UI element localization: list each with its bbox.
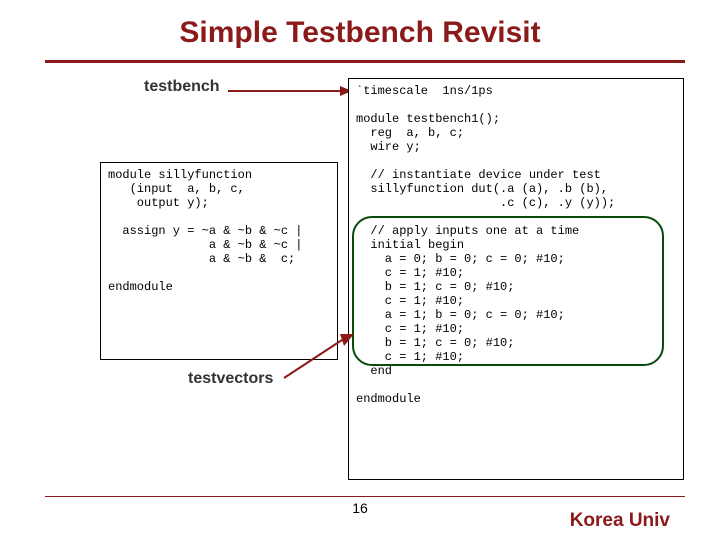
- code-sillyfunction: module sillyfunction (input a, b, c, out…: [100, 162, 338, 360]
- divider-top: [45, 60, 685, 63]
- divider-bottom: [45, 496, 685, 497]
- page-title: Simple Testbench Revisit: [0, 16, 720, 50]
- label-testbench: testbench: [144, 78, 220, 96]
- code-testbench: `timescale 1ns/1ps module testbench1(); …: [348, 78, 684, 480]
- label-testvectors: testvectors: [188, 370, 273, 388]
- brand-footer: Korea Univ: [570, 510, 670, 532]
